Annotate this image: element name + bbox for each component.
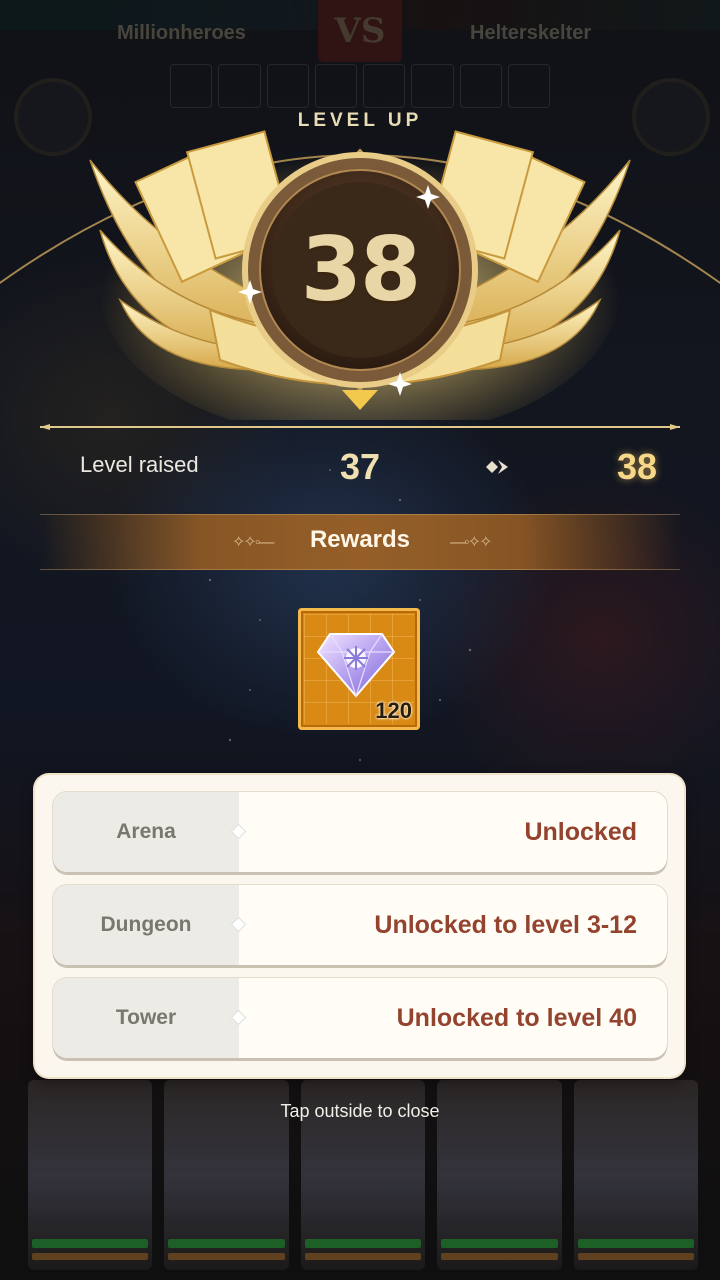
current-level-number: 38 [300, 218, 421, 321]
unlock-status: Unlocked [524, 817, 637, 846]
unlock-row-arena: Arena Unlocked [53, 792, 667, 872]
unlock-feature-label: Arena [116, 820, 176, 843]
unlock-status: Unlocked to level 40 [396, 1003, 637, 1032]
tap-to-close-hint: Tap outside to close [280, 1101, 440, 1121]
previous-level: 37 [339, 446, 381, 487]
unlock-row-dungeon: Dungeon Unlocked to level 3-12 [53, 885, 667, 965]
new-level: 38 [616, 446, 658, 487]
diamond-gem-icon [316, 633, 396, 698]
unlock-feature-label: Dungeon [100, 913, 192, 936]
rewards-title: Rewards [309, 526, 411, 553]
unlock-panel: Arena Unlocked Dungeon Unlocked to level… [35, 775, 684, 1077]
unlock-feature-label: Tower [115, 1006, 177, 1029]
unlock-row-tower: Tower Unlocked to level 40 [53, 978, 667, 1058]
unlock-status: Unlocked to level 3-12 [374, 910, 637, 939]
arrow-right-icon [486, 460, 508, 474]
divider [40, 424, 680, 430]
level-up-title: LEVEL UP [297, 110, 423, 131]
reward-quantity: 120 [375, 698, 412, 723]
level-raised-label: Level raised [80, 452, 199, 477]
reward-item[interactable]: 120 [298, 608, 420, 730]
